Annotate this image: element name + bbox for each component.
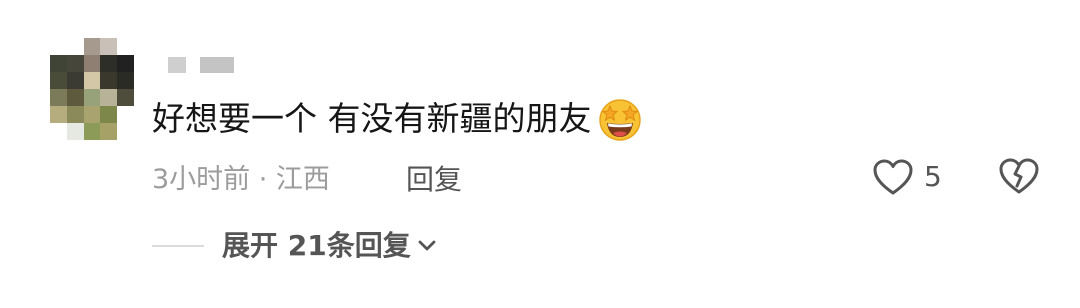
username-redacted[interactable] [168, 56, 234, 74]
avatar-pixel [100, 38, 118, 55]
avatar-pixel [83, 72, 101, 89]
divider-line [152, 245, 204, 247]
avatar-pixel [83, 89, 101, 106]
like-button[interactable]: 5 [872, 157, 942, 197]
avatar-pixel [50, 123, 67, 140]
avatar-pixel [117, 55, 134, 72]
username-blur-block [168, 57, 186, 73]
avatar-pixel [83, 106, 101, 123]
avatar-pixel [100, 55, 118, 72]
broken-heart-icon [998, 158, 1040, 199]
avatar-pixel [117, 38, 134, 55]
avatar-pixel [117, 106, 134, 123]
reply-button[interactable]: 回复 [406, 160, 462, 200]
avatar-pixel [83, 38, 101, 55]
avatar-pixel [50, 55, 67, 72]
expand-replies-button[interactable]: 展开 21条回复 [152, 226, 437, 266]
dislike-button[interactable] [998, 157, 1040, 199]
avatar-pixel [83, 55, 101, 72]
like-count: 5 [924, 160, 942, 193]
comment-text: 好想要一个 有没有新疆的朋友 [152, 99, 592, 138]
avatar-pixel [117, 123, 134, 140]
star-struck-emoji-icon [596, 95, 644, 143]
avatar-pixel [100, 72, 118, 89]
expand-replies-label: 展开 21条回复 [222, 229, 411, 262]
avatar-pixel [117, 89, 134, 106]
avatar-pixel [100, 123, 118, 140]
avatar-pixel [50, 72, 67, 89]
chevron-down-icon [411, 239, 437, 253]
avatar-pixel [66, 106, 84, 123]
avatar-pixel [66, 89, 84, 106]
avatar-pixel [50, 106, 67, 123]
avatar-pixel [83, 123, 101, 140]
heart-icon [872, 158, 914, 196]
avatar-pixel [50, 38, 67, 55]
avatar-pixel [100, 89, 118, 106]
avatar[interactable] [50, 38, 134, 140]
username-blur-block [200, 57, 234, 73]
comment-body: 好想要一个 有没有新疆的朋友 [152, 94, 644, 144]
avatar-pixel [117, 72, 134, 89]
comment-time-location: 3小时前 · 江西 [152, 164, 330, 195]
avatar-pixel [50, 89, 67, 106]
avatar-pixel [66, 55, 84, 72]
avatar-pixel [66, 72, 84, 89]
avatar-pixel [66, 123, 84, 140]
avatar-pixel [66, 38, 84, 55]
avatar-pixel [100, 106, 118, 123]
